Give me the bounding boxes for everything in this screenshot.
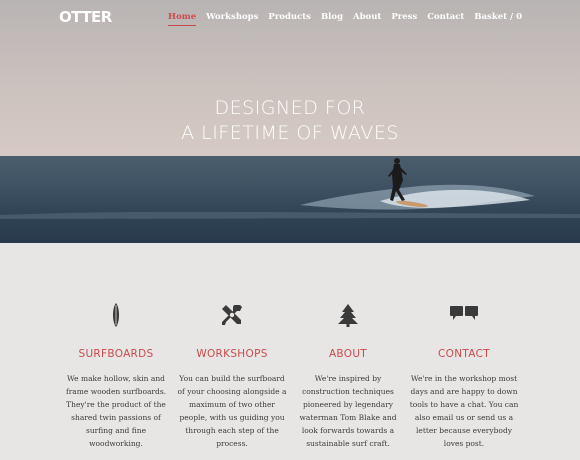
hero-banner: OTTER Home Workshops Products Blog About…: [0, 0, 580, 243]
feature-title[interactable]: WORKSHOPS: [174, 348, 290, 360]
feature-about: ABOUT We're inspired by construction tec…: [290, 300, 406, 450]
nav-home[interactable]: Home: [168, 12, 197, 26]
speech-bubbles-icon: [406, 300, 522, 330]
feature-description: We're inspired by construction technique…: [299, 374, 397, 448]
feature-description: We're in the workshop most days and are …: [409, 374, 519, 448]
feature-contact: CONTACT We're in the workshop most days …: [406, 300, 522, 450]
nav-basket[interactable]: Basket / 0: [474, 12, 522, 22]
nav-contact[interactable]: Contact: [427, 12, 464, 22]
main-nav: Home Workshops Products Blog About Press…: [168, 12, 522, 26]
nav-products[interactable]: Products: [268, 12, 311, 22]
tools-icon: [174, 300, 290, 330]
nav-blog[interactable]: Blog: [321, 12, 343, 22]
feature-surfboards: SURFBOARDS We make hollow, skin and fram…: [58, 300, 174, 450]
feature-title[interactable]: CONTACT: [406, 348, 522, 360]
nav-press[interactable]: Press: [391, 12, 417, 22]
tree-icon: [290, 300, 406, 330]
surfboard-icon: [58, 300, 174, 330]
feature-workshops: WORKSHOPS You can build the surfboard of…: [174, 300, 290, 450]
feature-description: You can build the surfboard of your choo…: [177, 374, 287, 448]
features-section: SURFBOARDS We make hollow, skin and fram…: [58, 300, 522, 450]
hero-headline-line2: A LIFETIME OF WAVES: [181, 122, 399, 144]
hero-headline-line1: DESIGNED FOR: [214, 97, 366, 119]
hero-headline: DESIGNED FOR A LIFETIME OF WAVES: [0, 96, 580, 146]
feature-description: We make hollow, skin and frame wooden su…: [65, 374, 167, 448]
otter-logo[interactable]: OTTER: [59, 8, 112, 26]
nav-workshops[interactable]: Workshops: [206, 12, 258, 22]
feature-title[interactable]: ABOUT: [290, 348, 406, 360]
feature-title[interactable]: SURFBOARDS: [58, 348, 174, 360]
nav-about[interactable]: About: [353, 12, 381, 22]
